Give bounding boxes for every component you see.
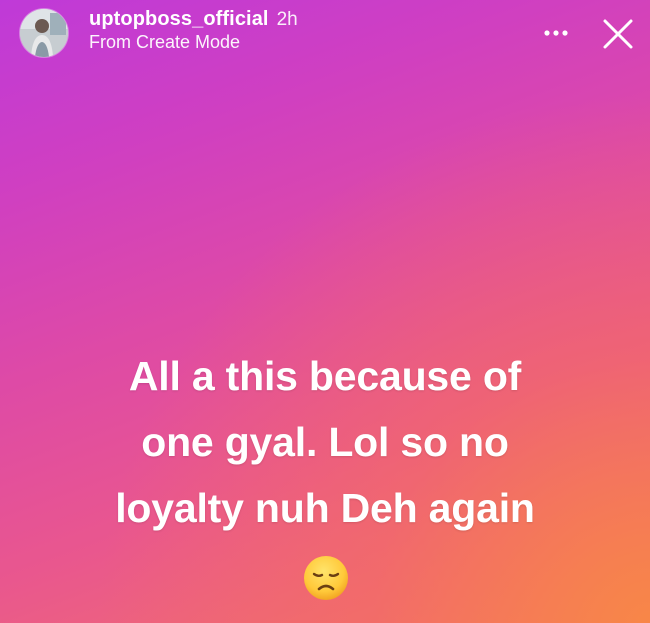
story-caption: All a this because of one gyal. Lol so n…: [40, 343, 610, 541]
more-horizontal-icon: [544, 30, 568, 36]
more-options-button[interactable]: [538, 22, 574, 44]
avatar-image: [20, 9, 68, 57]
user-info: uptopboss_official 2h From Create Mode: [89, 8, 298, 53]
username[interactable]: uptopboss_official: [89, 8, 269, 31]
caption-line: loyalty nuh Deh again: [115, 485, 535, 531]
caption-line: All a this because of: [128, 353, 522, 399]
disappointed-face-icon: [302, 554, 350, 602]
time-ago: 2h: [276, 9, 298, 30]
caption-line: one gyal. Lol so no: [141, 419, 509, 465]
story-viewer[interactable]: uptopboss_official 2h From Create Mode A…: [0, 0, 650, 623]
close-icon: [603, 19, 633, 49]
close-button[interactable]: [598, 14, 638, 54]
story-source-label[interactable]: From Create Mode: [89, 32, 298, 53]
story-header: uptopboss_official 2h From Create Mode: [0, 0, 650, 70]
avatar[interactable]: [20, 9, 68, 57]
